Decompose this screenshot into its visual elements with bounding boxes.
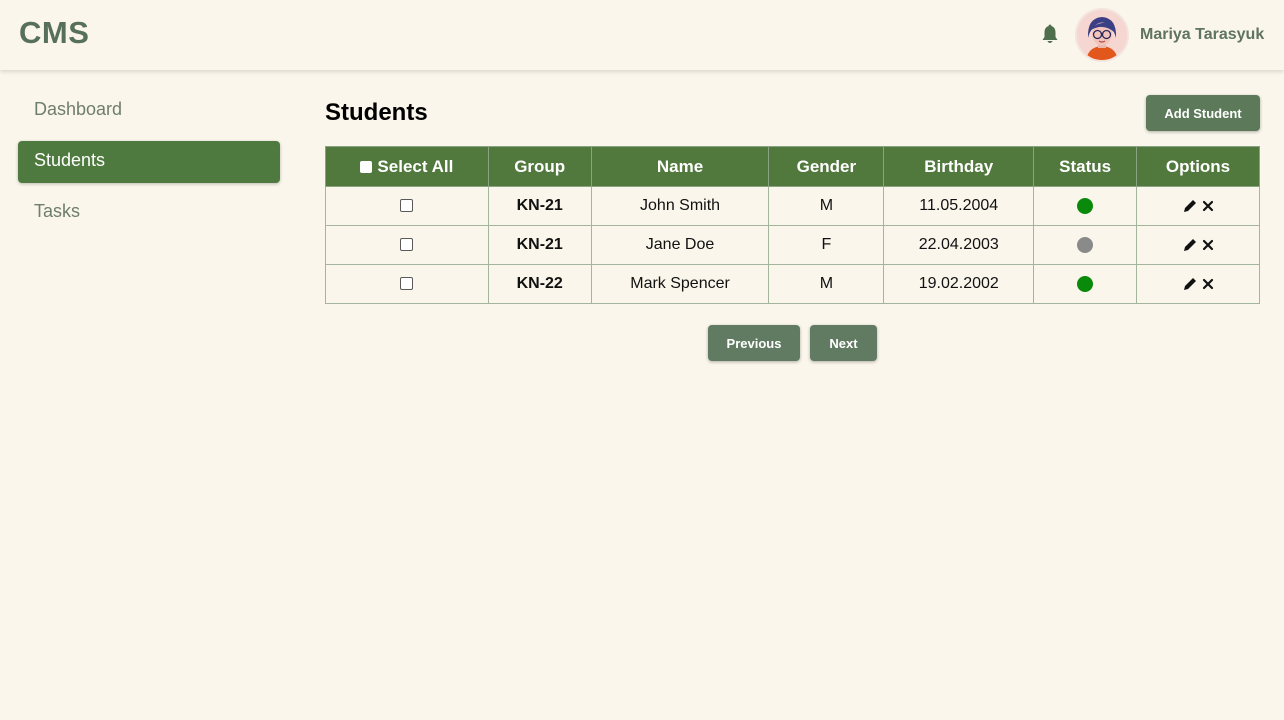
- cell-name: John Smith: [590, 186, 770, 226]
- sidebar-item-tasks[interactable]: Tasks: [18, 192, 280, 234]
- page-title: Students: [325, 99, 428, 126]
- status-dot-active: [1077, 275, 1094, 292]
- row-checkbox[interactable]: [400, 199, 414, 213]
- students-table: Select All Group Name Gender Birthday St…: [325, 146, 1260, 304]
- add-student-button[interactable]: Add Student: [1146, 95, 1260, 131]
- column-header-status: Status: [1033, 146, 1138, 187]
- table-row: KN-22 Mark Spencer M 19.02.2002: [325, 264, 1260, 304]
- row-checkbox[interactable]: [400, 277, 414, 291]
- cell-gender: M: [768, 186, 885, 226]
- close-icon[interactable]: [1202, 278, 1214, 290]
- cell-status: [1033, 186, 1138, 226]
- cell-options: [1136, 186, 1260, 226]
- cell-name: Mark Spencer: [590, 264, 770, 304]
- sidebar: Dashboard Students Tasks: [18, 90, 280, 243]
- close-icon[interactable]: [1202, 200, 1214, 212]
- table-row: KN-21 John Smith M 11.05.2004: [325, 186, 1260, 226]
- bell-icon[interactable]: [1040, 24, 1060, 46]
- sidebar-item-dashboard[interactable]: Dashboard: [18, 90, 280, 132]
- cell-birthday: 22.04.2003: [883, 225, 1035, 265]
- cell-status: [1033, 264, 1138, 304]
- cell-name: Jane Doe: [590, 225, 770, 265]
- status-dot-active: [1077, 197, 1094, 214]
- table-row: KN-21 Jane Doe F 22.04.2003: [325, 225, 1260, 265]
- row-select-cell: [325, 186, 489, 226]
- previous-page-button[interactable]: Previous: [708, 325, 800, 361]
- cell-group: KN-21: [487, 186, 592, 226]
- app-brand[interactable]: CMS: [19, 15, 89, 51]
- row-checkbox[interactable]: [400, 238, 414, 252]
- column-header-birthday: Birthday: [883, 146, 1035, 187]
- column-header-gender: Gender: [768, 146, 885, 187]
- select-all-label: Select All: [377, 156, 454, 176]
- pencil-icon[interactable]: [1182, 276, 1198, 292]
- cell-gender: F: [768, 225, 885, 265]
- cell-group: KN-21: [487, 225, 592, 265]
- avatar[interactable]: [1075, 8, 1129, 62]
- row-select-cell: [325, 225, 489, 265]
- cell-options: [1136, 225, 1260, 265]
- column-header-options: Options: [1136, 146, 1260, 187]
- cell-options: [1136, 264, 1260, 304]
- table-header-row: Select All Group Name Gender Birthday St…: [325, 146, 1260, 187]
- cell-birthday: 19.02.2002: [883, 264, 1035, 304]
- sidebar-item-students[interactable]: Students: [18, 141, 280, 183]
- column-header-name: Name: [590, 146, 770, 187]
- select-all-header[interactable]: Select All: [325, 146, 489, 187]
- cell-group: KN-22: [487, 264, 592, 304]
- pencil-icon[interactable]: [1182, 198, 1198, 214]
- status-dot-inactive: [1077, 236, 1094, 253]
- row-select-cell: [325, 264, 489, 304]
- cell-gender: M: [768, 264, 885, 304]
- pencil-icon[interactable]: [1182, 237, 1198, 253]
- user-name[interactable]: Mariya Tarasyuk: [1140, 26, 1264, 44]
- avatar-illustration: [1077, 10, 1127, 60]
- column-header-group: Group: [487, 146, 592, 187]
- next-page-button[interactable]: Next: [810, 325, 877, 361]
- select-all-checkbox[interactable]: [360, 160, 373, 173]
- cell-birthday: 11.05.2004: [883, 186, 1035, 226]
- close-icon[interactable]: [1202, 239, 1214, 251]
- top-bar: CMS Mariya Tarasyuk: [0, 0, 1284, 70]
- cell-status: [1033, 225, 1138, 265]
